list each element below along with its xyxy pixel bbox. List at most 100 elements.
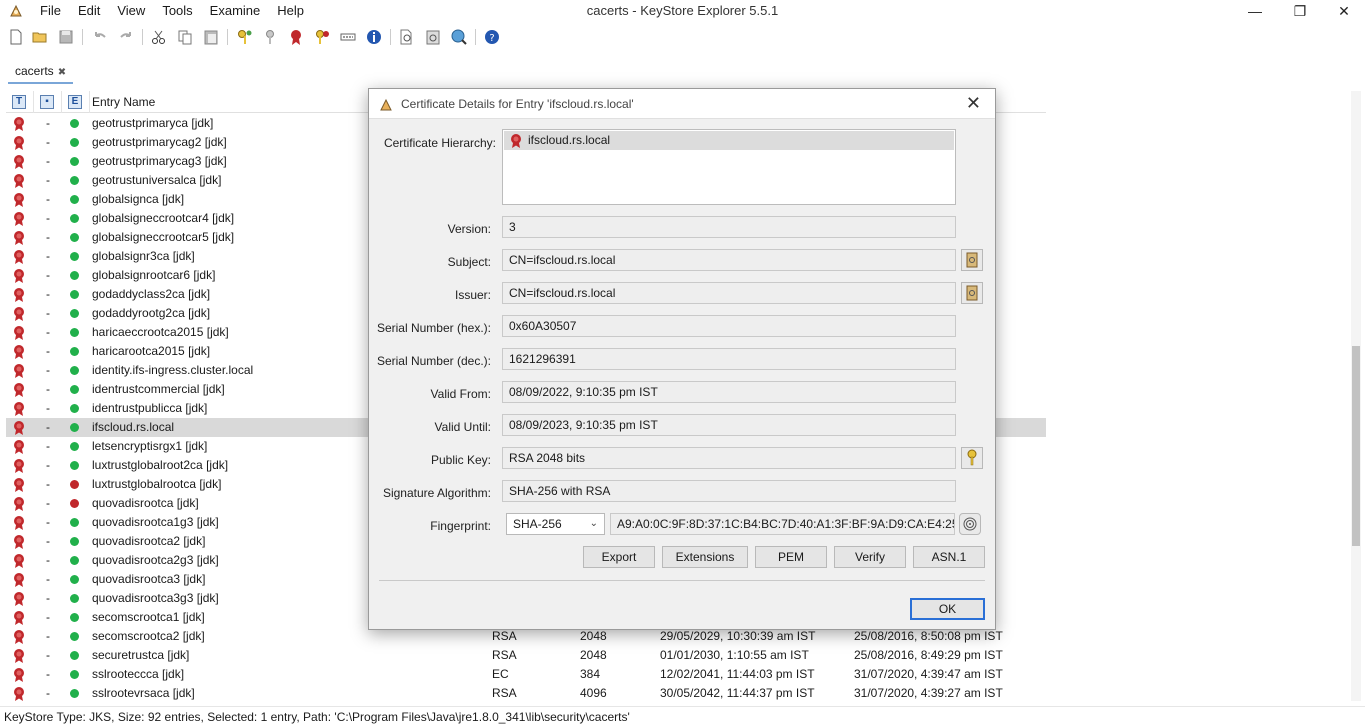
entry-name-cell: globalsigneccrootcar4 [jdk] [92,211,235,225]
asn1-button[interactable]: ASN.1 [913,546,985,568]
dialog-title-bar: Certificate Details for Entry 'ifscloud.… [369,89,995,119]
trusted-certificate-icon [14,592,24,606]
lock-status: - [46,591,50,605]
tab-cacerts[interactable]: cacerts ✖ [8,60,74,84]
lock-status: - [46,667,50,681]
scrollbar-thumb[interactable] [1352,346,1360,546]
entry-name-cell: ifscloud.rs.local [92,420,175,434]
expiry-status-icon [70,461,79,470]
tab-label: cacerts [15,64,54,78]
trusted-certificate-icon [14,345,24,359]
hierarchy-item[interactable]: ifscloud.rs.local [504,131,954,150]
lock-status: - [46,382,50,396]
entry-name-cell: quovadisrootca3g3 [jdk] [92,591,219,605]
verify-button[interactable]: Verify [834,546,906,568]
valid-until-label: Valid Until: [434,420,491,434]
public-key-field[interactable]: RSA 2048 bits [502,447,956,469]
generate-secret-key-icon[interactable] [262,28,280,46]
serial-dec-field[interactable]: 1621296391 [502,348,956,370]
serial-hex-field[interactable]: 0x60A30507 [502,315,956,337]
lock-status: - [46,553,50,567]
version-label: Version: [447,222,491,236]
lock-status: - [46,135,50,149]
table-row[interactable]: - securetrustca [jdk] RSA 2048 01/01/2030, 1… [6,646,1046,665]
dialog-close-button[interactable]: ✕ [966,93,981,114]
certificate-icon [511,134,521,148]
certificate-hierarchy-tree[interactable]: ifscloud.rs.local [502,129,956,205]
lock-status: - [46,154,50,168]
paste-icon[interactable] [202,28,220,46]
trusted-certificate-icon [14,630,24,644]
export-button[interactable]: Export [583,546,655,568]
entry-name-cell: globalsignca [jdk] [92,192,185,206]
open-icon[interactable] [31,28,49,46]
maximize-button[interactable]: ❐ [1277,0,1323,22]
algorithm-cell: EC [492,667,509,681]
pem-button[interactable]: PEM [755,546,827,568]
lock-status: - [46,648,50,662]
expiry-status-icon [70,499,79,508]
algorithm-cell: RSA [492,686,517,700]
lock-status: - [46,325,50,339]
window-title: cacerts - KeyStore Explorer 5.5.1 [586,3,779,18]
column-lock[interactable]: ▪ [34,91,62,113]
properties-icon[interactable] [365,28,383,46]
expiry-column-icon: E [68,95,82,109]
generate-key-pair-icon[interactable] [236,28,254,46]
valid-from-field[interactable]: 08/09/2022, 9:10:35 pm IST [502,381,956,403]
redo-icon[interactable] [117,28,135,46]
table-row[interactable]: - sslrooteccca [jdk] EC 384 12/02/2041, 11:4… [6,665,1046,684]
subject-field[interactable]: CN=ifscloud.rs.local [502,249,956,271]
expiry-status-icon [70,594,79,603]
public-key-details-button[interactable] [961,447,983,469]
expiry-status-icon [70,556,79,565]
last-modified-cell: 25/08/2016, 8:49:29 pm IST [854,648,1003,662]
entry-name-cell: quovadisrootca2 [jdk] [92,534,206,548]
valid-until-field[interactable]: 08/09/2023, 9:10:35 pm IST [502,414,956,436]
column-expiry[interactable]: E [62,91,90,113]
save-icon[interactable] [57,28,75,46]
close-window-button[interactable]: ✕ [1321,0,1365,22]
import-trusted-certificate-icon[interactable] [287,28,305,46]
key-size-cell: 384 [580,667,601,681]
issuer-details-button[interactable] [961,282,983,304]
help-icon[interactable]: ? [483,28,501,46]
new-icon[interactable] [7,28,25,46]
fingerprint-copy-button[interactable] [959,513,981,535]
table-row[interactable]: - sslrootevrsaca [jdk] RSA 4096 30/05/2042, … [6,684,1046,701]
lock-status: - [46,477,50,491]
entry-name-cell: identity.ifs-ingress.cluster.local [92,363,254,377]
last-modified-cell: 31/07/2020, 4:39:27 am IST [854,686,1003,700]
examine-ssl-icon[interactable] [450,28,468,46]
set-password-icon[interactable] [339,28,357,46]
import-key-pair-icon[interactable] [313,28,331,46]
fingerprint-field[interactable]: A9:A0:0C:9F:8D:37:1C:B4:BC:7D:40:A1:3F:B… [610,513,955,535]
fingerprint-algorithm-select[interactable]: SHA-256 ⌄ [506,513,605,535]
subject-label: Subject: [447,255,491,269]
vertical-scrollbar[interactable] [1351,91,1361,701]
lock-status: - [46,458,50,472]
lock-status: - [46,401,50,415]
examine-clipboard-icon[interactable] [424,28,442,46]
ok-button[interactable]: OK [910,598,985,620]
expiry-status-icon [70,670,79,679]
version-field[interactable]: 3 [502,216,956,238]
tab-close-icon[interactable]: ✖ [58,67,66,78]
column-type[interactable]: T [6,91,34,113]
cut-icon[interactable] [150,28,168,46]
issuer-field[interactable]: CN=ifscloud.rs.local [502,282,956,304]
signature-algorithm-field[interactable]: SHA-256 with RSA [502,480,956,502]
expiry-date-cell: 30/05/2042, 11:44:37 pm IST [660,686,815,700]
entry-name-cell: sslrootevrsaca [jdk] [92,686,195,700]
examine-file-icon[interactable] [398,28,416,46]
svg-text:?: ? [489,33,494,44]
entry-name-cell: geotrustprimarycag2 [jdk] [92,135,227,149]
fingerprint-icon [963,517,977,531]
subject-details-button[interactable] [961,249,983,271]
entry-name-cell: globalsigneccrootcar5 [jdk] [92,230,235,244]
undo-icon[interactable] [91,28,109,46]
minimize-button[interactable]: — [1232,0,1278,22]
entry-name-cell: sslrooteccca [jdk] [92,667,185,681]
copy-icon[interactable] [176,28,194,46]
extensions-button[interactable]: Extensions [662,546,748,568]
